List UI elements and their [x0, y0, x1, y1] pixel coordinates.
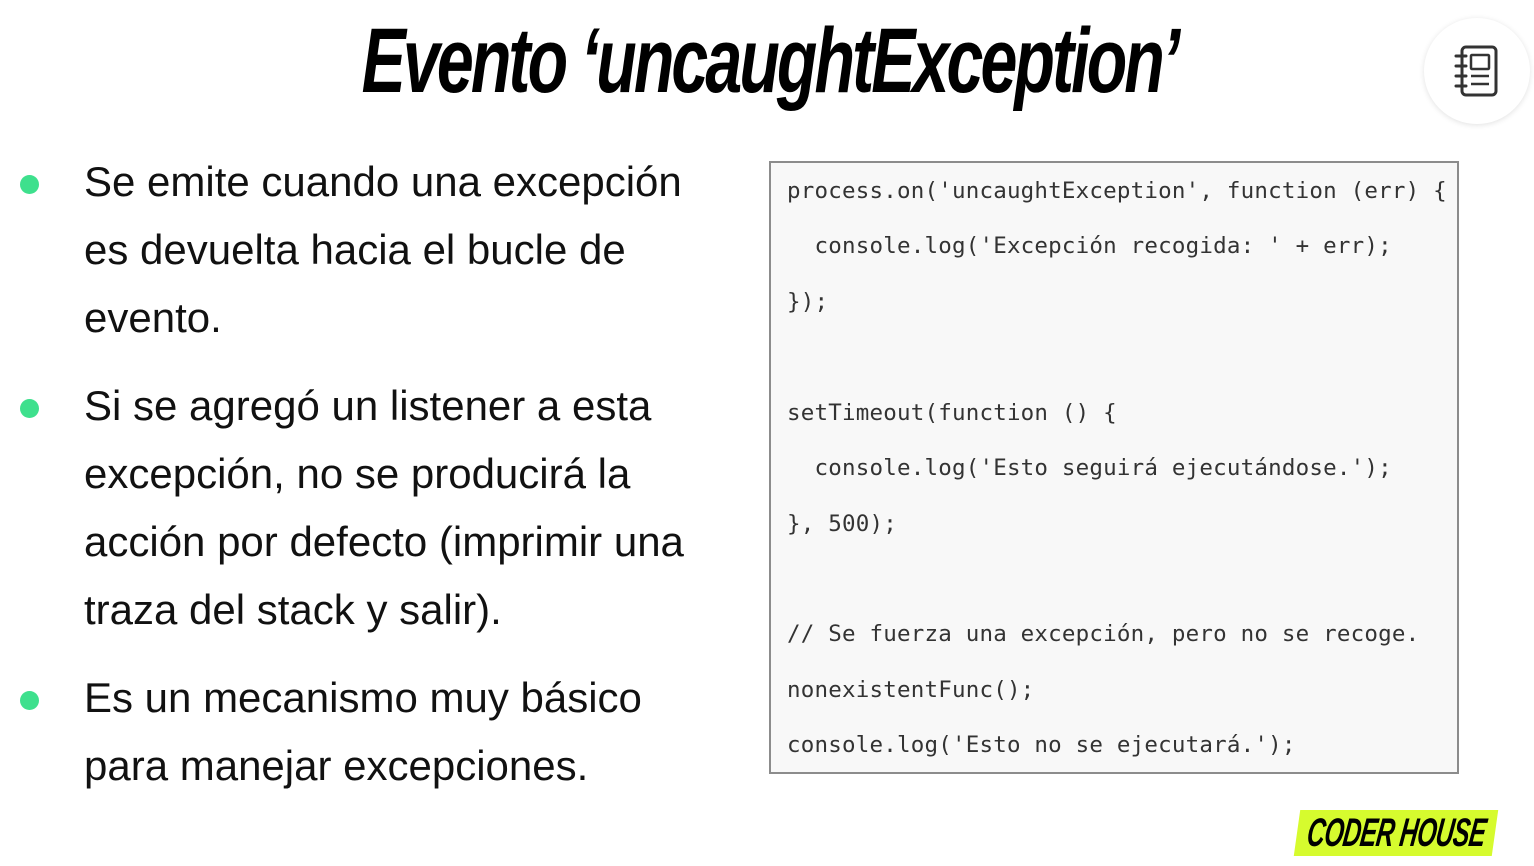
logo-text: CODER HOUSE — [1304, 810, 1489, 855]
code-line: }); — [787, 289, 829, 315]
bullet-text: Si se agregó un listener a esta excepció… — [84, 382, 684, 633]
bullet-list: Se emite cuando una excepción es devuelt… — [0, 148, 730, 820]
code-line: nonexistentFunc(); — [787, 677, 1035, 703]
code-line: // Se fuerza una excepción, pero no se r… — [787, 621, 1420, 647]
bullet-dot — [20, 175, 39, 194]
bullet-text: Es un mecanismo muy básico para manejar … — [84, 674, 642, 789]
coderhouse-logo: CODER HOUSE — [1293, 810, 1499, 856]
bullet-text: Se emite cuando una excepción es devuelt… — [84, 158, 682, 341]
code-snippet: process.on('uncaughtException', function… — [769, 161, 1459, 774]
notebook-icon — [1454, 45, 1498, 97]
bullet-item: Es un mecanismo muy básico para manejar … — [0, 664, 730, 800]
bullet-item: Si se agregó un listener a esta excepció… — [0, 372, 730, 644]
code-line: console.log('Esto seguirá ejecutándose.'… — [787, 455, 1392, 481]
code-line: }, 500); — [787, 511, 897, 537]
bullet-dot — [20, 399, 39, 418]
slide-title: Evento ‘uncaughtException’ — [361, 10, 1181, 112]
bullet-item: Se emite cuando una excepción es devuelt… — [0, 148, 730, 352]
slide: Evento ‘uncaughtException’ Se emite cuan… — [0, 0, 1534, 866]
code-line: console.log('Esto no se ejecutará.'); — [787, 732, 1296, 758]
code-line: console.log('Excepción recogida: ' + err… — [787, 233, 1392, 259]
bullet-dot — [20, 691, 39, 710]
code-line: setTimeout(function () { — [787, 400, 1117, 426]
speaker-notes-button[interactable] — [1424, 18, 1530, 124]
code-line: process.on('uncaughtException', function… — [787, 178, 1447, 204]
